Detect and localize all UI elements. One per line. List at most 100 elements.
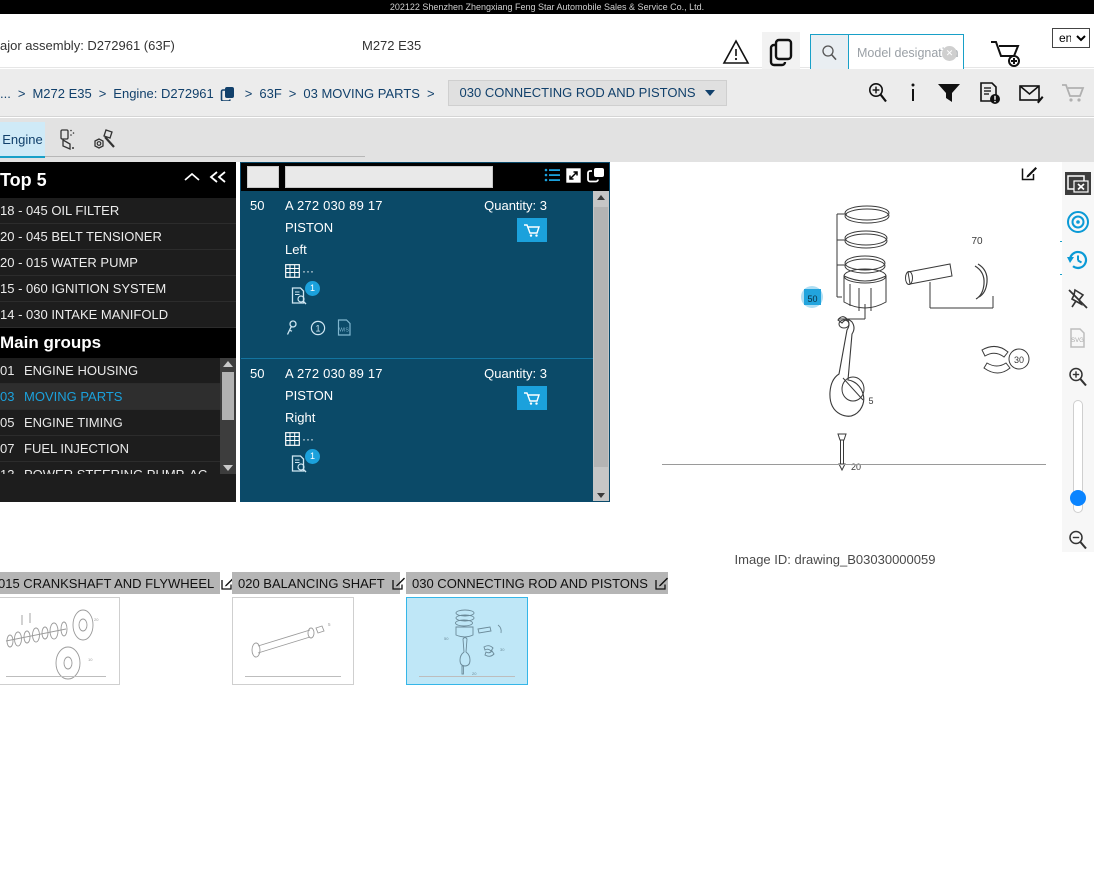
part-extra-icons: 1 WIS bbox=[285, 319, 352, 336]
sidebar-item-engine-housing[interactable]: 01 ENGINE HOUSING bbox=[0, 358, 236, 384]
exploded-parts-drawing: 50 70 30 5 20 bbox=[801, 205, 1030, 472]
svg-text:70: 70 bbox=[971, 236, 983, 247]
sidebar-item-engine-timing[interactable]: 05 ENGINE TIMING bbox=[0, 410, 236, 436]
edit-icon[interactable] bbox=[392, 576, 406, 590]
app-header: ajor assembly: D272961 (63F) M272 E35 ✕ … bbox=[0, 14, 1094, 74]
thumbnail-label: 030 CONNECTING ROD AND PISTONS bbox=[412, 575, 648, 591]
add-to-cart-button[interactable] bbox=[517, 218, 547, 242]
model-label: M272 E35 bbox=[362, 38, 422, 53]
copy-icon[interactable] bbox=[220, 86, 236, 101]
breadcrumb-item-engine[interactable]: Engine: D272961 bbox=[113, 86, 213, 101]
part-document-button[interactable]: 1 bbox=[291, 449, 320, 473]
expand-icon[interactable] bbox=[566, 167, 581, 183]
part-table-button[interactable]: ··· bbox=[285, 432, 314, 446]
group-label: MOVING PARTS bbox=[24, 389, 123, 404]
part-row[interactable]: 50 A 272 030 89 17 PISTON Right Quantity… bbox=[241, 359, 609, 501]
clear-icon[interactable]: ✕ bbox=[942, 46, 957, 61]
breadcrumb-item-model[interactable]: M272 E35 bbox=[32, 86, 91, 101]
part-quantity: Quantity: 3 bbox=[484, 366, 547, 381]
scroll-down-icon[interactable] bbox=[597, 493, 605, 498]
drawing-viewer[interactable]: 50 70 30 5 20 bbox=[610, 162, 1060, 542]
history-icon[interactable] bbox=[1065, 248, 1091, 273]
table-ellipsis: ··· bbox=[302, 264, 314, 278]
top5-item[interactable]: 18 - 045 OIL FILTER bbox=[0, 198, 236, 224]
svg-text:1: 1 bbox=[315, 323, 320, 333]
list-view-icon[interactable] bbox=[544, 168, 560, 182]
tab-strip: Engine ✕ bbox=[0, 118, 1094, 275]
part-table-button[interactable]: ··· bbox=[285, 264, 314, 278]
breadcrumb-ellipsis[interactable]: ... bbox=[0, 86, 11, 101]
scroll-thumb[interactable] bbox=[222, 372, 234, 420]
parts-scrollbar[interactable] bbox=[593, 191, 609, 501]
edit-icon[interactable] bbox=[655, 576, 669, 590]
document-alert-icon[interactable] bbox=[978, 81, 1002, 105]
target-icon[interactable] bbox=[1065, 209, 1091, 234]
mail-edit-icon[interactable] bbox=[1018, 81, 1044, 105]
chevron-up-icon[interactable] bbox=[182, 170, 202, 184]
circled-one-icon[interactable]: 1 bbox=[310, 320, 326, 336]
tab-spray-paint[interactable] bbox=[55, 128, 87, 152]
breadcrumb-item-moving-parts[interactable]: 03 MOVING PARTS bbox=[303, 86, 420, 101]
zoom-slider[interactable] bbox=[1070, 399, 1086, 514]
part-document-button[interactable]: 1 bbox=[291, 281, 320, 305]
thumbnail-crankshaft[interactable]: 015 CRANKSHAFT AND FLYWHEEL 20 10 bbox=[0, 572, 235, 685]
breadcrumb-separator: > bbox=[288, 85, 297, 101]
tab-engine-label: Engine bbox=[2, 131, 43, 147]
scroll-thumb[interactable] bbox=[594, 207, 608, 467]
breadcrumb-active-dropdown[interactable]: 030 CONNECTING ROD AND PISTONS bbox=[447, 80, 727, 106]
parts-filter-box[interactable] bbox=[247, 166, 279, 188]
group-label: FUEL INJECTION bbox=[24, 441, 129, 456]
group-label: ENGINE TIMING bbox=[24, 415, 123, 430]
parts-filter-input[interactable] bbox=[285, 166, 493, 188]
wis-document-icon[interactable]: WIS bbox=[337, 319, 352, 336]
thumbnail-image-balancing-shaft[interactable]: 5 bbox=[232, 597, 354, 685]
zoom-in-icon[interactable] bbox=[866, 81, 890, 105]
tab-nuts-bolts[interactable] bbox=[88, 128, 120, 152]
scroll-up-icon[interactable] bbox=[597, 195, 605, 200]
top5-item[interactable]: 14 - 030 INTAKE MANIFOLD bbox=[0, 302, 236, 328]
thumbnail-image-crankshaft[interactable]: 20 10 bbox=[0, 597, 120, 685]
close-window-icon[interactable] bbox=[1065, 172, 1091, 196]
copy-button[interactable] bbox=[762, 32, 800, 74]
language-select[interactable]: en bbox=[1052, 28, 1090, 48]
thumbnail-label-row[interactable]: 030 CONNECTING ROD AND PISTONS bbox=[406, 572, 668, 594]
sidebar-item-moving-parts[interactable]: 03 MOVING PARTS bbox=[0, 384, 236, 410]
double-chevron-left-icon[interactable] bbox=[208, 169, 228, 185]
part-row[interactable]: 50 A 272 030 89 17 PISTON Left Quantity:… bbox=[241, 191, 609, 359]
top5-item[interactable]: 20 - 045 BELT TENSIONER bbox=[0, 224, 236, 250]
sidebar-item-power-steering[interactable]: 13 POWER STEERING PUMP, AC bbox=[0, 462, 236, 474]
zoom-slider-handle[interactable] bbox=[1070, 490, 1086, 507]
unpin-icon[interactable] bbox=[1065, 287, 1091, 312]
breadcrumb-separator: > bbox=[98, 85, 107, 101]
filter-icon[interactable] bbox=[936, 81, 962, 105]
thumbnail-image-connecting-rod[interactable]: 50 30 20 bbox=[406, 597, 528, 685]
info-icon[interactable] bbox=[906, 81, 920, 105]
svg-text:30: 30 bbox=[1014, 355, 1024, 365]
tab-engine[interactable]: Engine bbox=[0, 122, 45, 158]
add-to-cart-button[interactable] bbox=[517, 386, 547, 410]
cart-add-icon[interactable] bbox=[988, 38, 1024, 68]
sidebar-scrollbar[interactable] bbox=[220, 358, 236, 474]
scroll-down-icon[interactable] bbox=[223, 465, 233, 471]
thumbnail-connecting-rod[interactable]: 030 CONNECTING ROD AND PISTONS 50 30 20 bbox=[406, 572, 668, 685]
thumbnail-balancing-shaft[interactable]: 020 BALANCING SHAFT 5 bbox=[232, 572, 405, 685]
table-icon bbox=[285, 432, 300, 446]
top5-header: Top 5 bbox=[0, 162, 236, 198]
zoom-in-icon[interactable] bbox=[1065, 365, 1091, 390]
new-window-icon[interactable] bbox=[587, 167, 605, 183]
svg-text:30: 30 bbox=[500, 647, 505, 652]
model-designation-search[interactable]: ✕ bbox=[810, 34, 964, 71]
main-groups-list: 01 ENGINE HOUSING 03 MOVING PARTS 05 ENG… bbox=[0, 358, 236, 474]
thumbnail-label-row[interactable]: 020 BALANCING SHAFT bbox=[232, 572, 405, 594]
major-assembly-label: ajor assembly: D272961 (63F) bbox=[0, 38, 175, 53]
scroll-up-icon[interactable] bbox=[223, 361, 233, 367]
top5-item[interactable]: 15 - 060 IGNITION SYSTEM bbox=[0, 276, 236, 302]
thumbnail-label-row[interactable]: 015 CRANKSHAFT AND FLYWHEEL bbox=[0, 572, 235, 594]
zoom-out-icon[interactable] bbox=[1065, 527, 1091, 552]
sidebar-item-fuel-injection[interactable]: 07 FUEL INJECTION bbox=[0, 436, 236, 462]
breadcrumb-item-63f[interactable]: 63F bbox=[259, 86, 281, 101]
parts-list: 50 A 272 030 89 17 PISTON Left Quantity:… bbox=[241, 191, 609, 501]
top5-item[interactable]: 20 - 015 WATER PUMP bbox=[0, 250, 236, 276]
key-icon[interactable] bbox=[285, 319, 299, 336]
warning-triangle-icon[interactable] bbox=[722, 39, 750, 65]
